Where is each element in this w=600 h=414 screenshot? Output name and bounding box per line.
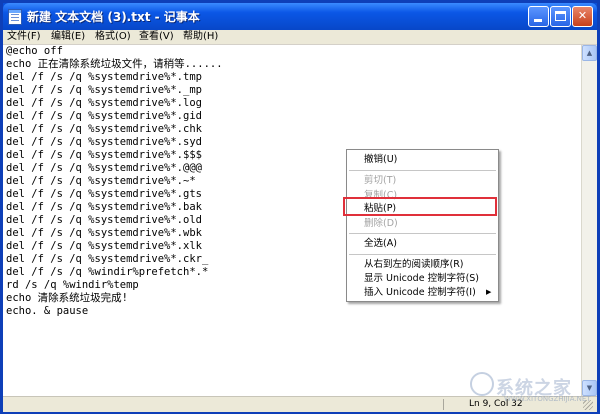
watermark-url: WWW.XITONGZHIJIA.NET <box>504 395 591 403</box>
site-watermark: 系统之家 WWW.XITONGZHIJIA.NET <box>470 368 598 404</box>
ctx-undo[interactable]: 撤销(U) <box>347 152 498 167</box>
minimize-icon <box>534 19 542 22</box>
ctx-select-all[interactable]: 全选(A) <box>347 236 498 251</box>
menu-bar: 文件(F) 编辑(E) 格式(O) 查看(V) 帮助(H) <box>3 30 597 45</box>
maximize-button[interactable] <box>550 6 571 27</box>
close-icon: ✕ <box>577 9 588 22</box>
ctx-separator <box>349 254 496 255</box>
menu-edit[interactable]: 编辑(E) <box>51 30 85 44</box>
editor-line: rd /s /q %windir%temp <box>6 279 139 291</box>
ctx-separator <box>349 233 496 234</box>
vertical-scrollbar[interactable]: ▲ ▼ <box>581 45 597 396</box>
editor-line: del /f /s /q %systemdrive%*.xlk <box>6 240 202 252</box>
editor-line: @echo off <box>6 45 63 57</box>
menu-help[interactable]: 帮助(H) <box>183 30 218 44</box>
editor-line: del /f /s /q %systemdrive%*.syd <box>6 136 202 148</box>
minimize-button[interactable] <box>528 6 549 27</box>
editor-line: echo. & pause <box>6 305 89 317</box>
editor-line: del /f /s /q %systemdrive%*.wbk <box>6 227 202 239</box>
status-divider <box>443 399 444 410</box>
editor-line: del /f /s /q %systemdrive%*.$$$ <box>6 149 202 161</box>
chevron-up-icon: ▲ <box>586 49 593 57</box>
menu-view[interactable]: 查看(V) <box>139 30 174 44</box>
editor-line: del /f /s /q %systemdrive%*.~* <box>6 175 196 187</box>
editor-line: del /f /s /q %systemdrive%*.log <box>6 97 202 109</box>
scroll-up-button[interactable]: ▲ <box>582 45 597 61</box>
ctx-show-unicode-control[interactable]: 显示 Unicode 控制字符(S) <box>347 271 498 286</box>
notepad-window: 新建 文本文档 (3).txt - 记事本 ✕ 文件(F) 编辑(E) 格式(O… <box>0 0 600 414</box>
ctx-item-label: 显示 Unicode 控制字符(S) <box>364 273 480 284</box>
editor-line: del /f /s /q %systemdrive%*.tmp <box>6 71 202 83</box>
menu-file[interactable]: 文件(F) <box>7 30 41 44</box>
window-title: 新建 文本文档 (3).txt - 记事本 <box>27 10 200 24</box>
ctx-insert-unicode-control[interactable]: 插入 Unicode 控制字符(I) ▶ <box>347 285 498 300</box>
editor-line: del /f /s /q %systemdrive%*.bak <box>6 201 202 213</box>
editor-line: del /f /s /q %systemdrive%*.ckr_ <box>6 253 209 265</box>
maximize-icon <box>555 11 566 21</box>
paste-highlight-box <box>343 197 497 216</box>
ctx-cut[interactable]: 剪切(T) <box>347 173 498 188</box>
context-menu: 撤销(U) 剪切(T) 复制(C) 粘贴(P) 删除(D) 全选(A) 从右到左… <box>346 149 499 302</box>
close-button[interactable]: ✕ <box>572 6 593 27</box>
editor-line: del /f /s /q %systemdrive%*.gid <box>6 110 202 122</box>
ctx-item-label: 撤销(U) <box>364 154 398 165</box>
ctx-item-label: 删除(D) <box>364 218 398 229</box>
menu-format[interactable]: 格式(O) <box>95 30 131 44</box>
ctx-item-label: 从右到左的阅读顺序(R) <box>364 259 464 270</box>
editor-line: del /f /s /q %systemdrive%*.old <box>6 214 202 226</box>
ctx-delete[interactable]: 删除(D) <box>347 216 498 231</box>
editor-line: del /f /s /q %systemdrive%*.chk <box>6 123 202 135</box>
editor-line: echo 清除系统垃圾完成! <box>6 292 128 304</box>
ctx-item-label: 全选(A) <box>364 238 397 249</box>
title-bar[interactable]: 新建 文本文档 (3).txt - 记事本 ✕ <box>3 3 597 30</box>
notepad-app-icon[interactable] <box>8 9 22 25</box>
ctx-rtl-reading-order[interactable]: 从右到左的阅读顺序(R) <box>347 257 498 272</box>
editor-line: echo 正在清除系统垃圾文件，请稍等...... <box>6 58 223 70</box>
ctx-item-label: 剪切(T) <box>364 175 397 186</box>
ctx-separator <box>349 170 496 171</box>
ctx-item-label: 插入 Unicode 控制字符(I) <box>364 287 476 298</box>
submenu-arrow-icon: ▶ <box>486 288 492 296</box>
editor-line: del /f /s /q %systemdrive%*.gts <box>6 188 202 200</box>
editor-line: del /f /s /q %systemdrive%*._mp <box>6 84 202 96</box>
editor-line: del /f /s /q %windir%prefetch*.* <box>6 266 209 278</box>
editor-line: del /f /s /q %systemdrive%*.@@@ <box>6 162 202 174</box>
watermark-logo-icon <box>470 372 494 396</box>
